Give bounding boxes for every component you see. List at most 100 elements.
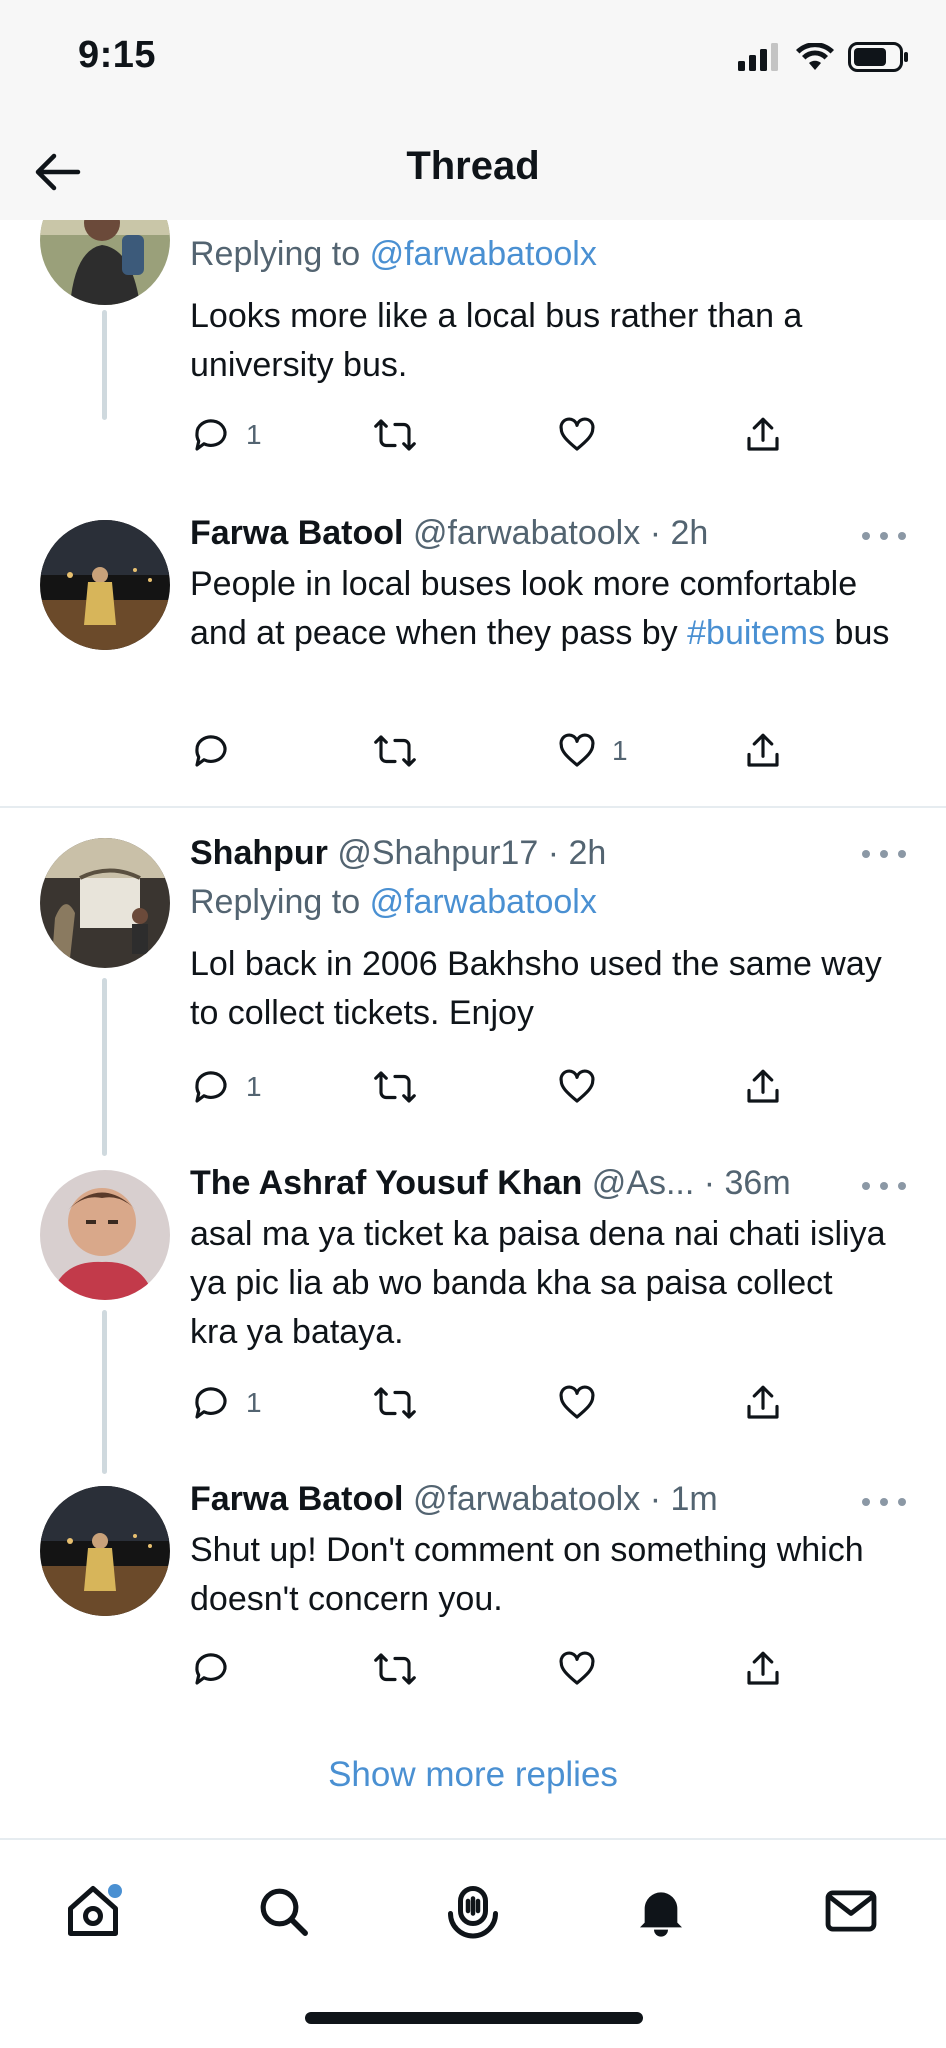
retweet-icon	[374, 1071, 416, 1103]
tweet-text: asal ma ya ticket ka paisa dena nai chat…	[190, 1215, 886, 1351]
user-handle[interactable]: @farwabatoolx	[413, 514, 640, 552]
retweet-button[interactable]	[372, 410, 418, 460]
like-button[interactable]: 1	[556, 726, 628, 776]
like-count: 1	[612, 735, 628, 766]
tweet-time: · 1m	[649, 1480, 718, 1518]
share-icon	[747, 1069, 779, 1103]
tweet-actions: 1	[190, 1378, 790, 1428]
thread-line	[102, 310, 107, 420]
more-dot-icon	[880, 532, 888, 540]
tweet-text: Looks more like a local bus rather than …	[190, 297, 803, 384]
tweet-actions: 1	[190, 1062, 790, 1112]
tweet-actions: 1	[190, 410, 790, 460]
notification-dot	[108, 1884, 122, 1898]
retweet-button[interactable]	[372, 1062, 418, 1112]
user-name[interactable]: Shahpur	[190, 834, 328, 872]
reply-count: 1	[246, 1071, 262, 1102]
mention-link[interactable]: @farwabatoolx	[370, 235, 597, 273]
heart-icon	[559, 1385, 595, 1419]
tab-search[interactable]	[248, 1876, 318, 1946]
heart-icon	[559, 1069, 595, 1103]
reply-button[interactable]: 1	[190, 1378, 262, 1428]
user-name[interactable]: Farwa Batool	[190, 514, 403, 552]
reply-count: 1	[246, 419, 262, 450]
page-title: Thread	[406, 144, 540, 188]
tweet-time: · 2h	[649, 514, 709, 552]
more-dot-icon	[862, 1498, 870, 1506]
nav-header: Thread	[0, 120, 946, 220]
reply-count: 1	[246, 1387, 262, 1418]
user-handle[interactable]: @As...	[592, 1164, 695, 1202]
cellular-signal-icon	[738, 43, 778, 71]
tab-messages[interactable]	[816, 1876, 886, 1946]
show-more-replies-link[interactable]: Show more replies	[0, 1755, 946, 1795]
tab-spaces[interactable]	[438, 1876, 508, 1946]
tweet-time: · 2h	[547, 834, 607, 872]
heart-icon	[559, 733, 595, 767]
share-icon	[747, 417, 779, 451]
home-indicator	[305, 2012, 643, 2024]
tweet-actions	[190, 1644, 790, 1694]
avatar[interactable]	[40, 838, 170, 968]
more-options-button[interactable]	[862, 1492, 906, 1512]
status-bar: 9:15	[0, 0, 946, 120]
like-button[interactable]	[556, 410, 598, 460]
reply-icon	[195, 1653, 227, 1685]
share-button[interactable]	[742, 1378, 784, 1428]
share-button[interactable]	[742, 1062, 784, 1112]
replying-to: Replying to @farwabatoolx	[190, 883, 597, 921]
status-time: 9:15	[78, 34, 157, 76]
reply-button[interactable]	[190, 726, 246, 776]
retweet-button[interactable]	[372, 726, 418, 776]
more-dot-icon	[862, 1182, 870, 1190]
share-button[interactable]	[742, 1644, 784, 1694]
user-handle[interactable]: @farwabatoolx	[413, 1480, 640, 1518]
retweet-button[interactable]	[372, 1644, 418, 1694]
wifi-icon	[796, 43, 834, 70]
more-dot-icon	[898, 850, 906, 858]
more-dot-icon	[898, 532, 906, 540]
user-handle[interactable]: @Shahpur17	[337, 834, 538, 872]
like-button[interactable]	[556, 1378, 598, 1428]
share-icon	[747, 733, 779, 767]
more-dot-icon	[880, 1182, 888, 1190]
tweet-time: · 36m	[703, 1164, 791, 1202]
reply-button[interactable]: 1	[190, 1062, 262, 1112]
avatar[interactable]	[40, 220, 170, 305]
more-options-button[interactable]	[862, 1176, 906, 1196]
retweet-icon	[374, 419, 416, 451]
hashtag-link[interactable]: #buitems	[687, 614, 825, 652]
thread[interactable]: Replying to @farwabatoolx Looks more lik…	[0, 220, 946, 1840]
retweet-icon	[374, 735, 416, 767]
reply-icon	[195, 735, 227, 767]
heart-icon	[559, 417, 595, 451]
more-options-button[interactable]	[862, 526, 906, 546]
more-dot-icon	[862, 532, 870, 540]
battery-icon	[848, 42, 908, 72]
retweet-icon	[374, 1653, 416, 1685]
share-button[interactable]	[742, 410, 784, 460]
more-options-button[interactable]	[862, 844, 906, 864]
user-name[interactable]: Farwa Batool	[190, 1480, 403, 1518]
share-icon	[747, 1385, 779, 1419]
more-dot-icon	[862, 850, 870, 858]
tab-notifications[interactable]	[626, 1876, 696, 1946]
avatar[interactable]	[40, 1170, 170, 1300]
share-button[interactable]	[742, 726, 784, 776]
thread-line	[102, 978, 107, 1156]
user-name[interactable]: The Ashraf Yousuf Khan	[190, 1164, 582, 1202]
reply-button[interactable]	[190, 1644, 232, 1694]
reply-button[interactable]: 1	[190, 410, 262, 460]
like-button[interactable]	[556, 1644, 598, 1694]
mention-link[interactable]: @farwabatoolx	[370, 883, 597, 921]
retweet-button[interactable]	[372, 1378, 418, 1428]
avatar[interactable]	[40, 520, 170, 650]
share-icon	[747, 1651, 779, 1685]
avatar[interactable]	[40, 1486, 170, 1616]
tweet-header: Farwa Batool @farwabatoolx · 2h	[190, 510, 902, 556]
reply-icon	[195, 1071, 227, 1103]
tab-home[interactable]	[58, 1876, 128, 1946]
messages-icon	[825, 1890, 877, 1932]
search-icon	[260, 1888, 308, 1936]
like-button[interactable]	[556, 1062, 598, 1112]
